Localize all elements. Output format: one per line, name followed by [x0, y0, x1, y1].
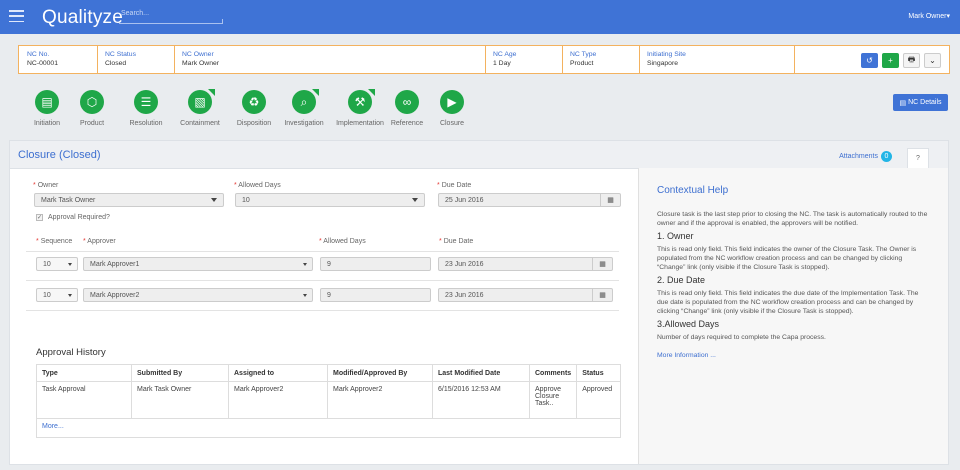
column-header: Assigned to: [228, 364, 328, 382]
cell-modified-by: Mark Approver2: [327, 381, 433, 419]
help-text: Number of days required to complete the …: [657, 334, 826, 341]
help-title: Contextual Help: [657, 185, 729, 196]
cell-comments: Approve Closure Task..: [528, 381, 578, 419]
approver-select[interactable]: Mark Approver2: [83, 288, 313, 302]
help-intro: Closure task is the last step prior to c…: [657, 211, 928, 227]
attachments-count-badge: 0: [881, 151, 892, 162]
column-header: Submitted By: [131, 364, 229, 382]
attachments-tab[interactable]: Attachments 0: [839, 151, 892, 162]
exit-icon: ▶: [440, 90, 464, 114]
approver-select[interactable]: Mark Approver1: [83, 257, 313, 271]
history-icon: ↺: [866, 56, 873, 65]
nc-age: NC Age 1 Day: [493, 51, 517, 67]
help-text: This is read only field. This field indi…: [657, 290, 919, 315]
print-button[interactable]: 🖶: [903, 53, 920, 68]
cell-type: Task Approval: [36, 381, 132, 419]
table-more-row: More...: [36, 418, 621, 438]
approver-due-date-field[interactable]: 23 Jun 2016 ▦: [438, 257, 613, 271]
nc-number: NC No. NC-00001: [27, 51, 58, 67]
approval-required-label: Approval Required?: [48, 214, 110, 221]
approver-due-date-field[interactable]: 23 Jun 2016 ▦: [438, 288, 613, 302]
table-header-row: Type Submitted By Assigned to Modified/A…: [36, 364, 621, 382]
column-header: Status: [576, 364, 621, 382]
approval-required-checkbox[interactable]: ✓: [36, 214, 43, 221]
nc-owner: NC Owner Mark Owner: [182, 51, 220, 67]
owner-select[interactable]: Mark Task Owner: [34, 193, 224, 207]
user-menu[interactable]: Mark Owner▾: [908, 12, 950, 20]
help-heading: 2. Due Date: [657, 275, 706, 285]
more-button[interactable]: ⌄: [924, 53, 941, 68]
history-button[interactable]: ↺: [861, 53, 878, 68]
approver-allowed-days-label: * Allowed Days: [319, 238, 366, 245]
calendar-icon[interactable]: ▦: [600, 193, 620, 207]
search-input[interactable]: Search...: [119, 9, 223, 24]
cell-assigned-to: Mark Approver2: [228, 381, 328, 419]
plus-icon: +: [888, 56, 893, 65]
more-link[interactable]: More...: [36, 418, 621, 438]
help-text: This is read only field. This field indi…: [657, 246, 917, 271]
document-icon: ▤: [899, 99, 907, 107]
initiating-site: Initiating Site Singapore: [647, 51, 686, 67]
nc-status: NC Status Closed: [105, 51, 136, 67]
tools-icon: ⚒: [348, 89, 375, 114]
nc-info-bar: NC No. NC-00001 NC Status Closed NC Owner M…: [18, 45, 950, 74]
document-icon: ▤: [35, 90, 59, 114]
chevron-down-icon: [68, 263, 72, 266]
list-icon: ☰: [134, 90, 158, 114]
approver-allowed-days-field[interactable]: 9: [320, 288, 431, 302]
help-heading: 1. Owner: [657, 231, 694, 241]
print-icon: 🖶: [907, 54, 916, 64]
due-date-field[interactable]: 25 Jun 2016 ▦: [438, 193, 621, 207]
panel-title: Closure (Closed): [18, 149, 101, 161]
sequence-select[interactable]: 10: [36, 288, 78, 302]
chevron-down-icon: [412, 198, 418, 202]
table-row: Task Approval Mark Task Owner Mark Appro…: [36, 381, 621, 419]
help-heading: 3.Allowed Days: [657, 319, 720, 329]
sequence-label: * Sequence: [36, 238, 73, 245]
more-information-link[interactable]: More Information ...: [657, 351, 930, 360]
nc-type: NC Type Product: [570, 51, 597, 67]
top-bar: Qualityze Search... Mark Owner▾: [0, 0, 960, 34]
cell-last-modified: 6/15/2016 12:53 AM: [432, 381, 530, 419]
link-icon: ∞: [395, 90, 419, 114]
approver-label: * Approver: [83, 238, 116, 245]
approver-allowed-days-field[interactable]: 9: [320, 257, 431, 271]
due-date-label: * Due Date: [437, 182, 472, 189]
app-logo[interactable]: Qualityze: [42, 7, 123, 29]
column-header: Comments: [528, 364, 578, 382]
panel-header: Closure (Closed) Attachments 0 ?: [10, 141, 948, 169]
cell-status: Approved: [576, 381, 621, 419]
owner-label: * Owner: [33, 182, 59, 189]
approver-due-date-label: * Due Date: [439, 238, 474, 245]
chevron-down-icon: [303, 294, 307, 297]
recycle-icon: ♻: [242, 90, 266, 114]
cube-icon: ⬡: [80, 90, 104, 114]
chevron-down-icon: [68, 294, 72, 297]
allowed-days-label: * Allowed Days: [234, 182, 281, 189]
help-tab[interactable]: ?: [907, 148, 929, 169]
calendar-icon[interactable]: ▦: [592, 288, 612, 302]
cell-submitted-by: Mark Task Owner: [131, 381, 229, 419]
magnifier-icon: ⌕: [292, 89, 319, 114]
column-header: Last Modified Date: [432, 364, 530, 382]
calendar-icon[interactable]: ▦: [592, 257, 612, 271]
allowed-days-select[interactable]: 10: [235, 193, 425, 207]
contextual-help-panel: Contextual Help Closure task is the last…: [638, 168, 948, 464]
column-header: Modified/Approved By: [327, 364, 433, 382]
step-closure[interactable]: ▶ Closure: [417, 90, 487, 127]
menu-icon[interactable]: [9, 10, 24, 22]
nc-details-button[interactable]: ▤ NC Details: [893, 94, 948, 111]
boxes-icon: ▧: [188, 89, 215, 114]
sequence-select[interactable]: 10: [36, 257, 78, 271]
approval-history-title: Approval History: [36, 347, 106, 358]
chevron-down-icon: [211, 198, 217, 202]
add-button[interactable]: +: [882, 53, 899, 68]
chevron-down-icon: [303, 263, 307, 266]
approval-history-table: Type Submitted By Assigned to Modified/A…: [36, 364, 621, 438]
chevron-down-icon: ⌄: [929, 56, 936, 65]
column-header: Type: [36, 364, 132, 382]
